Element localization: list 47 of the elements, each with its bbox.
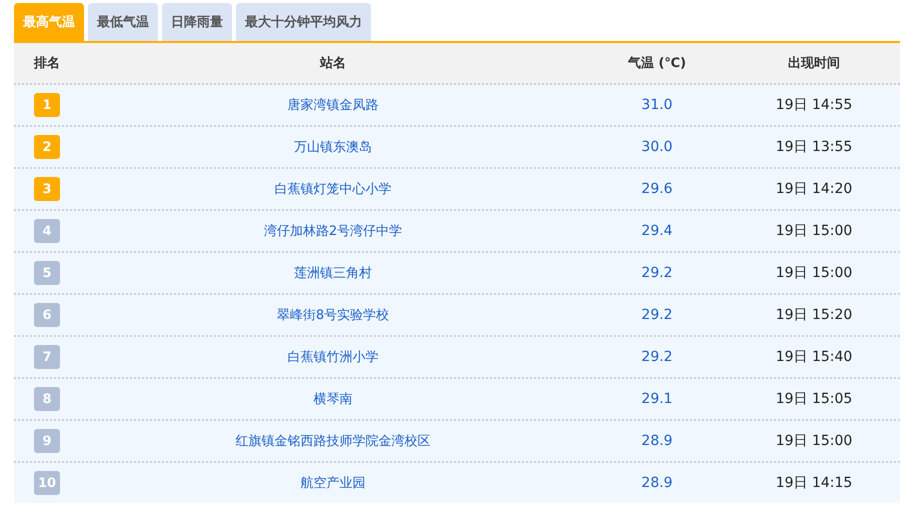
time: 19日 15:05	[774, 390, 854, 408]
rank-badge: 5	[34, 261, 60, 285]
temperature: 31.0	[640, 97, 674, 113]
rank-badge: 9	[34, 429, 60, 453]
tab[interactable]: 最低气温	[88, 3, 158, 41]
station-name: 航空产业园	[300, 475, 366, 492]
temperature: 29.1	[640, 391, 674, 407]
tab[interactable]: 最大十分钟平均风力	[236, 3, 371, 41]
station-name: 横琴南	[312, 391, 354, 408]
time: 19日 15:20	[774, 306, 854, 324]
time: 19日 14:20	[774, 180, 854, 198]
rank-badge: 2	[34, 135, 60, 159]
time: 19日 15:00	[774, 222, 854, 240]
station-name: 红旗镇金铭西路技师学院金湾校区	[234, 433, 432, 450]
time: 19日 15:40	[774, 348, 854, 366]
time: 19日 15:00	[774, 264, 854, 282]
time: 19日 13:55	[774, 138, 854, 156]
rank-badge: 7	[34, 345, 60, 369]
station-name: 万山镇东澳岛	[293, 139, 373, 156]
station-name: 白蕉镇竹洲小学	[286, 349, 380, 366]
time: 19日 14:15	[774, 474, 854, 492]
column-header: 排名	[32, 55, 61, 72]
rank-badge: 8	[34, 387, 60, 411]
temperature: 29.2	[640, 307, 674, 323]
tab[interactable]: 日降雨量	[162, 3, 232, 41]
station-name: 翠峰街8号实验学校	[276, 307, 390, 324]
temperature: 29.6	[640, 181, 674, 197]
temperature: 29.4	[640, 223, 674, 239]
station-name: 湾仔加林路2号湾仔中学	[262, 223, 404, 240]
temperature: 30.0	[640, 139, 674, 155]
temperature: 29.2	[640, 265, 674, 281]
temperature: 29.2	[640, 349, 674, 365]
rank-badge: 6	[34, 303, 60, 327]
column-header: 气温 (℃)	[626, 55, 688, 72]
column-header: 出现时间	[787, 55, 841, 72]
temperature: 28.9	[640, 433, 674, 449]
temperature: 28.9	[640, 475, 674, 491]
rank-badge: 10	[34, 471, 60, 495]
rank-badge: 4	[34, 219, 60, 243]
rank-badge: 1	[34, 93, 60, 117]
time: 19日 14:55	[774, 96, 854, 114]
time: 19日 15:00	[774, 432, 854, 450]
station-name: 莲洲镇三角村	[293, 265, 373, 282]
rank-badge: 3	[34, 177, 60, 201]
column-header: 站名	[318, 55, 347, 72]
station-name: 唐家湾镇金凤路	[286, 97, 380, 114]
station-name: 白蕉镇灯笼中心小学	[274, 181, 392, 198]
